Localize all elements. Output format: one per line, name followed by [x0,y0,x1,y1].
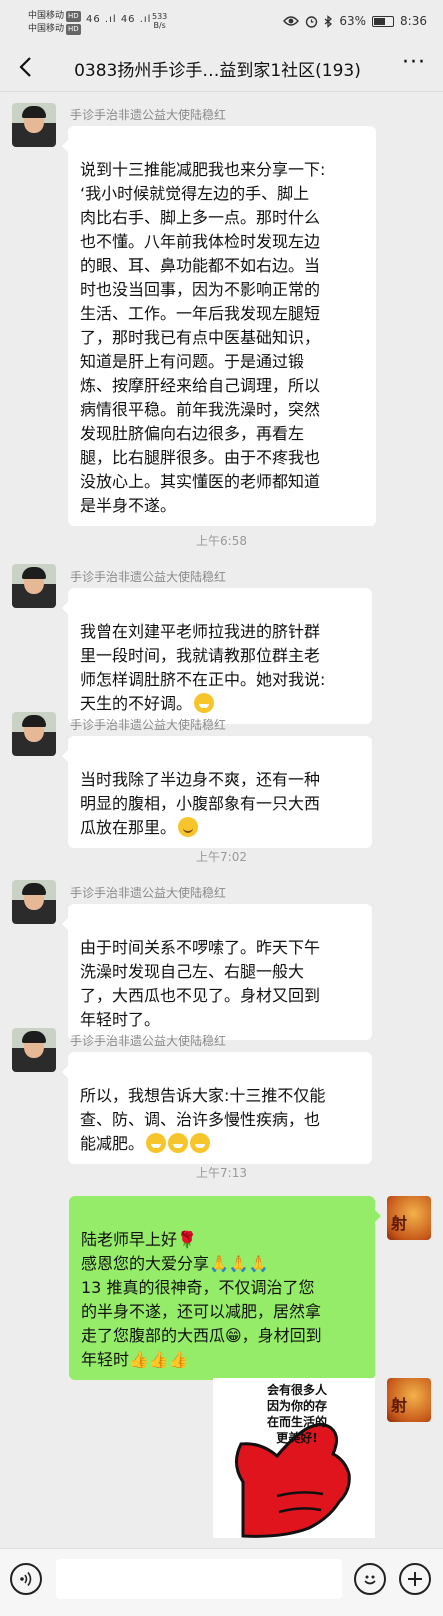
sender-avatar[interactable] [12,564,56,608]
network-speed: 533 B/s [152,12,168,30]
message-bubble[interactable]: 当时我除了半边身不爽，还有一种 明显的腹相，小腹部象有一只大西 瓜放在那里。 [62,736,372,848]
voice-button[interactable] [10,1563,42,1595]
emoji-icon [364,1575,376,1585]
sender-name: 手诊手治非遗公益大使陆稳红 [70,570,227,584]
message-text: 陆老师早上好🌹 感恩您的大爱分享🙏🙏🙏 13 推真的很神奇，不仅调治了您 的半身… [81,1230,322,1369]
sender-name: 手诊手治非遗公益大使陆稳红 [70,108,227,122]
sender-name: 手诊手治非遗公益大使陆稳红 [70,886,227,900]
message-bubble[interactable]: 所以，我想告诉大家:十三推不仅能 查、防、调、治许多慢性疾病，也 能减肥。 [62,1052,372,1164]
add-button[interactable] [399,1563,431,1595]
status-bar: 中国移动 HD 中国移动 HD 46 .ıl 46 .ıl 533 B/s 63% … [0,0,443,42]
sender-avatar[interactable] [12,880,56,924]
sender-avatar[interactable] [12,712,56,756]
message-bubble[interactable]: 说到十三推能减肥我也来分享一下: ‘我小时候就觉得左边的手、脚上 肉比右手、脚上… [62,126,376,526]
clock: 8:36 [400,14,427,28]
grin-emoji-icon [146,1133,167,1153]
sender-name: 手诊手治非遗公益大使陆稳红 [70,1034,227,1048]
chat-title: 0383扬州手诊手…益到家1社区(193) [74,61,361,81]
back-button[interactable] [12,52,42,82]
grin-emoji-icon [168,1133,189,1153]
grin-emoji-icon [190,1133,211,1153]
battery-icon [372,15,395,27]
chat-header: 0383扬州手诊手…益到家1社区(193) ··· [0,42,443,92]
message-text: 由于时间关系不啰嗦了。昨天下午 洗澡时发现自己左、右腿一般大 了，大西瓜也不见了… [80,938,321,1029]
sender-name: 手诊手治非遗公益大使陆稳红 [70,718,227,732]
message-bubble[interactable]: 我曾在刘建平老师拉我进的脐针群 里一段时间，我就请教那位群主老 师怎样调肚脐不在… [62,588,372,724]
alarm-icon [306,15,318,28]
my-avatar[interactable]: 射 [387,1196,431,1240]
more-options-icon[interactable]: ··· [399,52,429,82]
chevron-left-icon [19,57,31,77]
status-right: 63% 8:36 [283,14,427,28]
timestamp: 上午7:02 [196,850,247,864]
avatar-glyph: 射 [391,1214,408,1233]
my-message-bubble[interactable]: 陆老师早上好🌹 感恩您的大爱分享🙏🙏🙏 13 推真的很神奇，不仅调治了您 的半身… [69,1196,381,1380]
avatar-glyph: 射 [391,1396,408,1415]
carrier-1: 中国移动 HD [28,11,81,22]
timestamp: 上午6:58 [196,534,247,548]
eye-icon [283,16,300,26]
emoji-button[interactable] [354,1563,386,1595]
message-input[interactable] [56,1559,342,1599]
battery-fill [374,17,386,25]
message-text: 说到十三推能减肥我也来分享一下: ‘我小时候就觉得左边的手、脚上 肉比右手、脚上… [80,160,326,515]
timestamp: 上午7:13 [196,1166,247,1180]
grin-emoji-icon [194,693,215,713]
sender-avatar[interactable] [12,103,56,147]
sender-avatar[interactable] [12,1028,56,1072]
voice-icon [20,1572,32,1586]
battery-percent: 63% [339,14,367,28]
signal-icon: 46 .ıl 46 .ıl [86,14,152,25]
message-bubble[interactable]: 由于时间关系不啰嗦了。昨天下午 洗澡时发现自己左、右腿一般大 了，大西瓜也不见了… [62,904,372,1040]
plus-icon [408,1572,422,1586]
message-text: 当时我除了半边身不爽，还有一种 明显的腹相，小腹部象有一只大西 瓜放在那里。 [80,770,321,837]
sticker-caption: 会有很多人 因为你的存 在而生活的 更美好! [266,1383,327,1445]
bluetooth-icon [324,14,333,28]
smile-emoji-icon [178,817,199,837]
thumbs-up-sticker[interactable]: 会有很多人 因为你的存 在而生活的 更美好! [213,1378,375,1538]
carrier-2: 中国移动 HD [28,24,81,35]
input-bar [0,1548,443,1616]
my-avatar[interactable]: 射 [387,1378,431,1422]
